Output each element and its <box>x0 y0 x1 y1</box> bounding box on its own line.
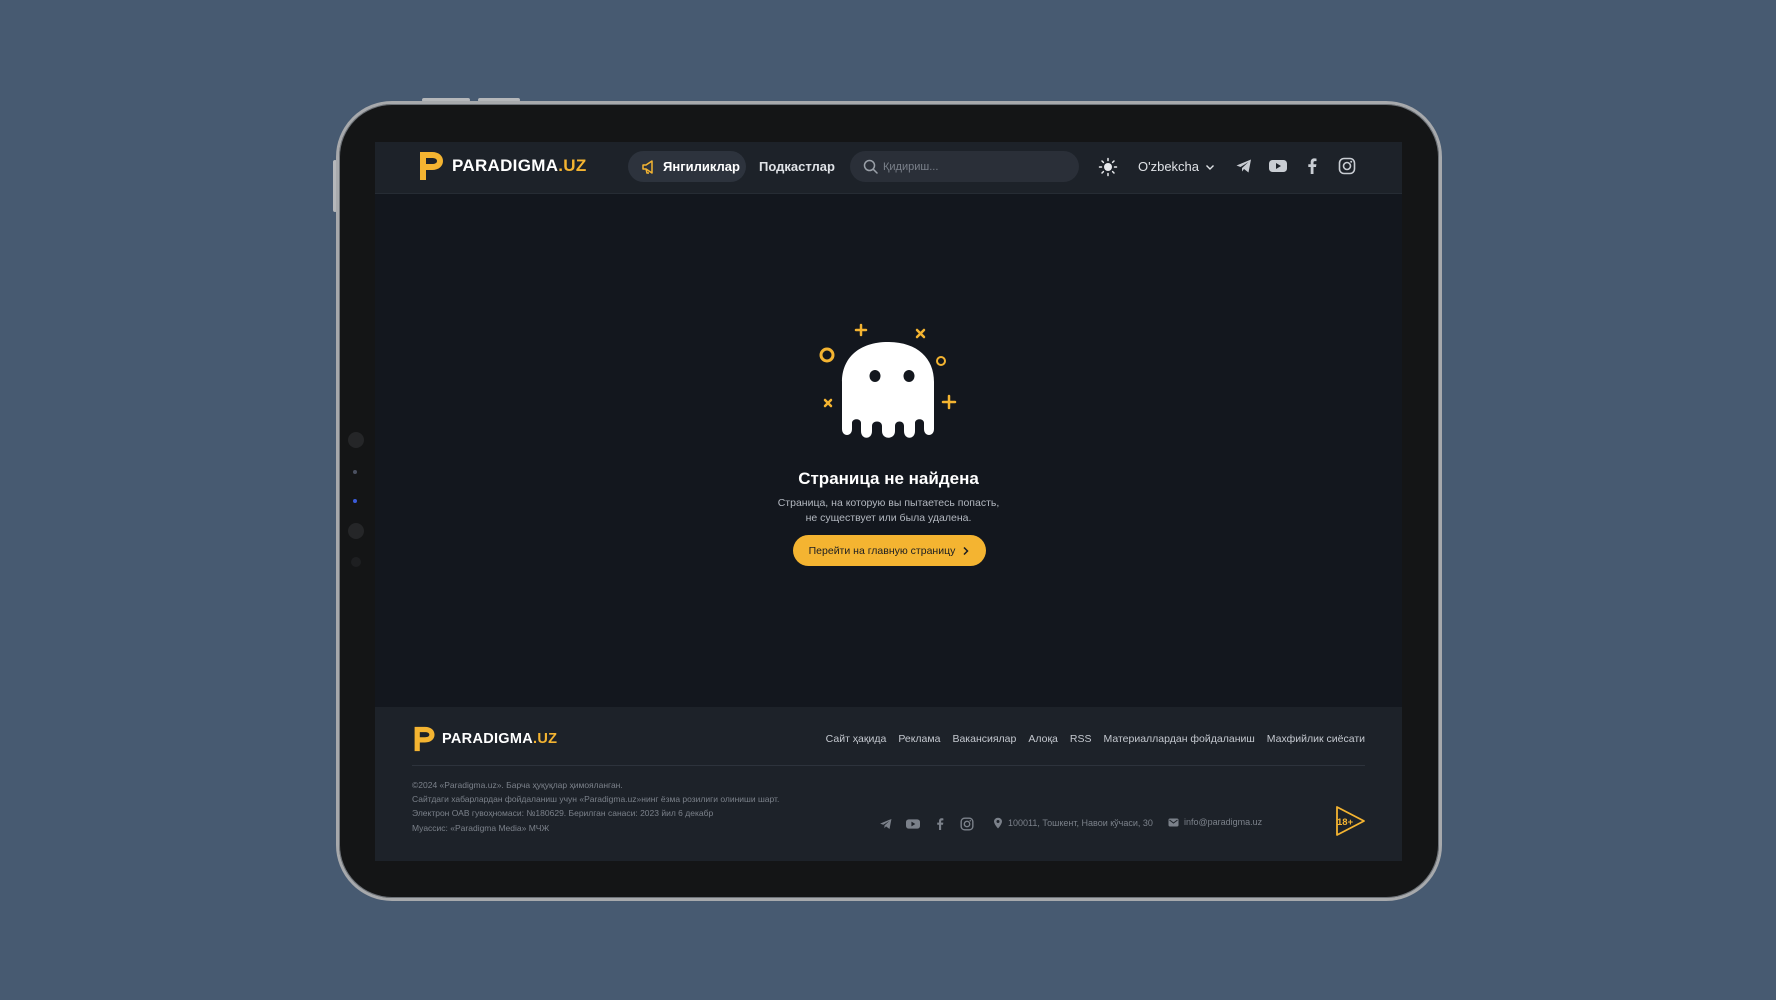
mail-icon <box>1168 818 1179 826</box>
page-title: Страница не найдена <box>798 469 979 488</box>
footer-link-ads[interactable]: Реклама <box>898 733 940 745</box>
sensor-dot-blue <box>353 499 357 503</box>
footer-link-usage[interactable]: Материаллардан фойдаланиш <box>1104 733 1255 745</box>
main-content: Страница не найдена Страница, на которую… <box>375 195 1402 707</box>
footer-email[interactable]: info@paradigma.uz <box>1168 817 1262 827</box>
error-description: Страница, на которую вы пытаетесь попаст… <box>375 496 1402 526</box>
legal-line-3: Электрон ОАВ гувоҳномаси: №180629. Берил… <box>412 808 714 819</box>
facebook-icon[interactable] <box>1304 157 1320 175</box>
age-rating-icon: 18+ <box>1336 806 1365 836</box>
chevron-right-icon <box>963 546 969 555</box>
footer-link-about[interactable]: Сайт ҳақида <box>826 733 887 745</box>
language-label: O'zbekcha <box>1138 159 1200 174</box>
nav-item-news-label: Янгиликлар <box>663 159 740 174</box>
logo-text-main: PARADIGMA <box>452 156 559 175</box>
logo-mark-icon <box>414 726 435 752</box>
megaphone-icon <box>642 159 653 174</box>
search-input[interactable] <box>883 160 1063 173</box>
footer-telegram-icon[interactable] <box>879 817 893 831</box>
error-description-line-2: не существует или была удалена. <box>805 512 972 524</box>
footer-instagram-icon[interactable] <box>960 817 974 831</box>
footer-youtube-icon[interactable] <box>905 817 921 831</box>
footer-logo-text-main: PARADIGMA <box>442 731 534 747</box>
footer-link-vacancies[interactable]: Вакансиялар <box>952 733 1016 745</box>
site-logo[interactable]: PARADIGMA.UZ <box>417 150 587 182</box>
telegram-icon[interactable] <box>1235 157 1253 175</box>
site-footer: PARADIGMA.UZ Сайт ҳақида Реклама Ваканси… <box>375 707 1402 861</box>
search-box[interactable] <box>850 151 1079 182</box>
go-home-button-label: Перейти на главную страницу <box>808 544 956 557</box>
youtube-icon[interactable] <box>1268 157 1288 175</box>
sun-icon[interactable] <box>1098 157 1118 177</box>
language-select[interactable]: O'zbekcha <box>1138 159 1215 174</box>
error-description-line-1: Страница, на которую вы пытаетесь попаст… <box>777 497 1000 509</box>
microphone-dot <box>351 557 361 567</box>
ghost-icon <box>819 323 957 438</box>
legal-line-4: Муассис: «Paradigma Media» МЧЖ <box>412 822 550 833</box>
logo-text-suffix: .UZ <box>558 156 587 175</box>
nav-item-podcasts[interactable]: Подкастлар <box>759 159 835 174</box>
footer-logo[interactable]: PARADIGMA.UZ <box>412 725 557 753</box>
go-home-button[interactable]: Перейти на главную страницу <box>793 535 986 566</box>
footer-address-text: 100011, Тошкент, Навои кўчаси, 30 <box>1008 818 1153 828</box>
location-pin-icon <box>994 817 1002 829</box>
footer-link-contact[interactable]: Алоқа <box>1028 733 1058 745</box>
footer-logo-text-suffix: .UZ <box>533 731 558 747</box>
footer-email-text: info@paradigma.uz <box>1184 817 1263 827</box>
camera-dot <box>348 432 364 448</box>
footer-address: 100011, Тошкент, Навои кўчаси, 30 <box>993 817 1153 829</box>
legal-text: ©2024 «Paradigma.uz». Барча ҳуқуқлар ҳим… <box>412 778 779 835</box>
legal-line-2: Сайтдаги хабарлардан фойдаланиш учун «Pa… <box>412 794 780 805</box>
age-rating-text: 18+ <box>1337 817 1354 828</box>
logo-mark-icon <box>420 152 443 180</box>
instagram-icon[interactable] <box>1338 157 1356 175</box>
camera-dot-lower <box>348 523 364 539</box>
screen: PARADIGMA.UZ Янгиликлар Подкастлар Қидир… <box>375 142 1402 861</box>
footer-divider <box>412 765 1365 766</box>
footer-facebook-icon[interactable] <box>934 817 946 831</box>
chevron-down-icon <box>1206 164 1215 170</box>
legal-line-1: ©2024 «Paradigma.uz». Барча ҳуқуқлар ҳим… <box>412 780 623 790</box>
footer-nav: Сайт ҳақида Реклама Вакансиялар Алоқа RS… <box>826 733 1365 745</box>
nav-item-news[interactable]: Янгиликлар <box>628 151 746 182</box>
footer-link-privacy[interactable]: Махфийлик сиёсати <box>1267 733 1365 745</box>
footer-link-rss[interactable]: RSS <box>1070 733 1092 745</box>
search-icon <box>863 159 878 174</box>
sensor-dot <box>353 470 357 474</box>
site-header: PARADIGMA.UZ Янгиликлар Подкастлар Қидир… <box>375 142 1402 194</box>
